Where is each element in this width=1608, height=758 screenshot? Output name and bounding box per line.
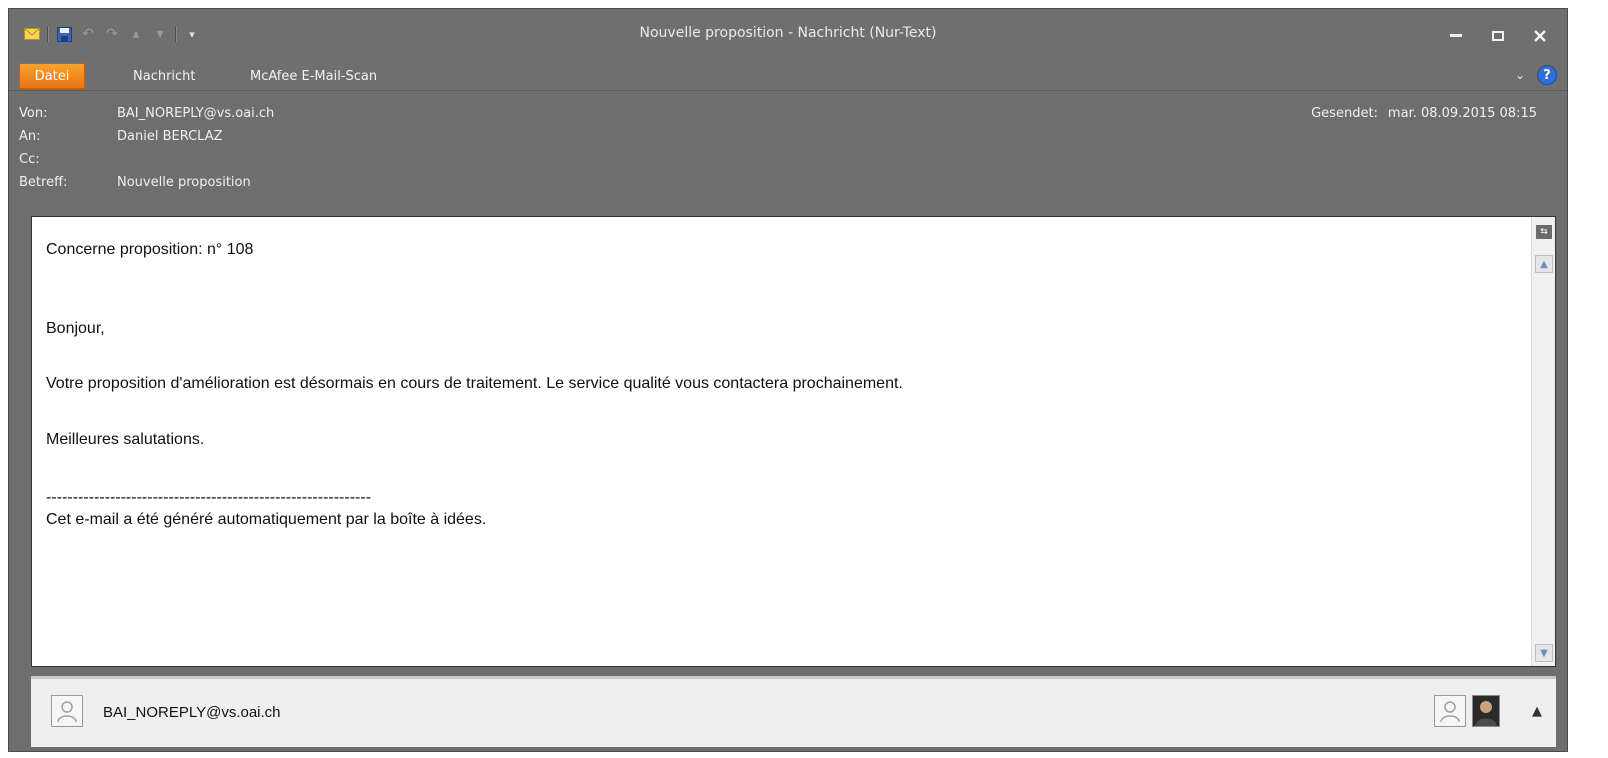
help-icon[interactable]: ? [1537, 65, 1557, 85]
to-value[interactable]: Daniel BERCLAZ [117, 129, 223, 144]
collapse-people-pane-button[interactable]: ▲ [1532, 704, 1542, 719]
subject-label: Betreff: [19, 175, 68, 190]
minimize-button[interactable] [1435, 23, 1477, 49]
tab-datei[interactable]: Datei [19, 63, 85, 89]
body-line-message: Votre proposition d'amélioration est dés… [46, 375, 903, 392]
contact-photo[interactable] [1472, 695, 1500, 727]
message-body[interactable]: Concerne proposition: n° 108 Bonjour, Vo… [31, 216, 1556, 667]
sent-label: Gesendet: [1311, 106, 1378, 121]
body-line-reference: Concerne proposition: n° 108 [46, 241, 254, 258]
to-label: An: [19, 129, 41, 144]
person-icon [57, 701, 77, 723]
tab-mcafee-e-mail-scan[interactable]: McAfee E-Mail-Scan [250, 69, 377, 84]
title-bar: ↶ ↷ ▴ ▾ ▾ Nouvelle proposition - Nachric… [9, 9, 1567, 59]
maximize-button[interactable] [1477, 23, 1519, 49]
body-separator: ----------------------------------------… [46, 489, 372, 506]
cc-row: Cc: [19, 152, 117, 167]
sent-value: mar. 08.09.2015 08:15 [1387, 106, 1537, 121]
ribbon-tabs: Datei Nachricht McAfee E-Mail-Scan ⌄ ? [9, 59, 1567, 91]
from-row: Von: BAI_NOREPLY@vs.oai.ch [19, 106, 274, 121]
sender-name[interactable]: BAI_NOREPLY@vs.oai.ch [103, 704, 281, 721]
body-line-closing: Meilleures salutations. [46, 431, 205, 448]
message-header: Von: BAI_NOREPLY@vs.oai.ch An: Daniel BERC… [9, 92, 1567, 207]
person-icon [1440, 701, 1460, 723]
cc-label: Cc: [19, 152, 40, 167]
outlook-message-window: ↶ ↷ ▴ ▾ ▾ Nouvelle proposition - Nachric… [8, 8, 1568, 752]
window-title: Nouvelle proposition - Nachricht (Nur-Te… [639, 25, 937, 41]
subject-row: Betreff: Nouvelle proposition [19, 175, 251, 190]
scroll-up-button[interactable]: ▲ [1535, 255, 1553, 273]
window-controls [1435, 23, 1561, 49]
sent-row: Gesendet: mar. 08.09.2015 08:15 [1311, 106, 1537, 121]
tab-nachricht[interactable]: Nachricht [133, 69, 196, 84]
ribbon-right-controls: ⌄ ? [1515, 65, 1557, 85]
people-pane: BAI_NOREPLY@vs.oai.ch ▲ [31, 676, 1556, 747]
subject-value: Nouvelle proposition [117, 175, 251, 190]
close-button[interactable] [1519, 23, 1561, 49]
sender-avatar[interactable] [51, 695, 83, 727]
to-row: An: Daniel BERCLAZ [19, 129, 223, 144]
contact-avatar[interactable] [1434, 695, 1466, 727]
vertical-scrollbar[interactable]: ⇆ ▲ ▼ [1531, 217, 1555, 666]
from-value[interactable]: BAI_NOREPLY@vs.oai.ch [117, 106, 274, 121]
chevron-down-icon[interactable]: ⌄ [1515, 68, 1525, 82]
from-label: Von: [19, 106, 48, 121]
body-line-greeting: Bonjour, [46, 320, 105, 337]
body-line-footer: Cet e-mail a été généré automatiquement … [46, 511, 487, 528]
people-toggle-icon[interactable]: ⇆ [1536, 225, 1552, 239]
scroll-down-button[interactable]: ▼ [1535, 644, 1553, 662]
